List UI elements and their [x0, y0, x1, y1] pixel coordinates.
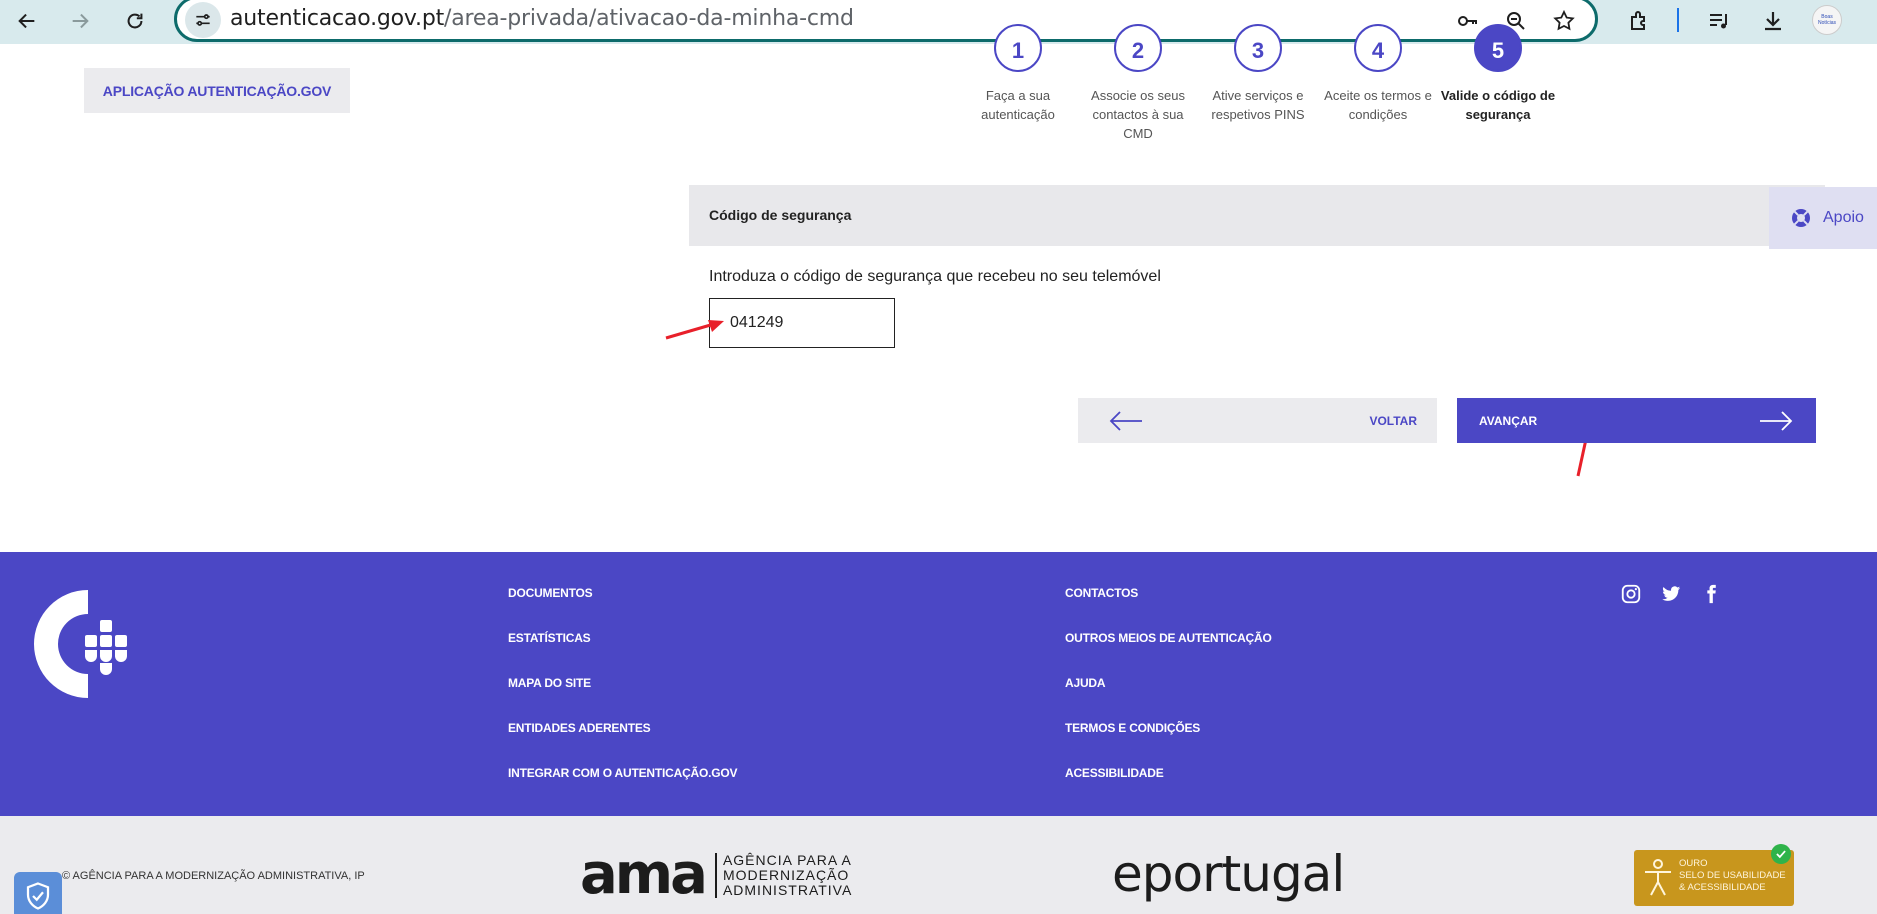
media-controls-icon[interactable] — [1702, 4, 1736, 38]
step-number: 1 — [994, 24, 1042, 72]
site-footer: DOCUMENTOS ESTATÍSTICAS MAPA DO SITE ENT… — [0, 552, 1877, 816]
browser-toolbar: autenticacao.gov.pt/area-privada/ativaca… — [0, 0, 1877, 44]
annotation-arrow-icon — [665, 320, 724, 340]
security-instruction: Introduza o código de segurança que rece… — [709, 268, 1161, 285]
copyright-text: © AGÊNCIA PARA A MODERNIZAÇÃO ADMINISTRA… — [62, 870, 365, 882]
support-button[interactable]: Apoio — [1769, 187, 1877, 249]
download-icon[interactable] — [1756, 4, 1790, 38]
toolbar-divider — [1677, 8, 1679, 32]
progress-steps: 1 Faça a sua autenticação 2 Associe os s… — [958, 24, 1598, 154]
step-label: Aceite os termos e condições — [1324, 88, 1432, 122]
bookmark-star-icon[interactable] — [1549, 6, 1579, 36]
password-key-icon[interactable] — [1453, 6, 1483, 36]
site-settings-icon[interactable] — [185, 2, 221, 38]
step-number: 5 — [1474, 24, 1522, 72]
footer-bottom: © AGÊNCIA PARA A MODERNIZAÇÃO ADMINISTRA… — [0, 816, 1877, 914]
arrow-left-icon — [1109, 410, 1142, 431]
footer-link[interactable]: ESTATÍSTICAS — [508, 631, 591, 645]
back-arrow-icon[interactable] — [10, 4, 44, 38]
security-code-header: Código de segurança — [689, 185, 1825, 246]
step-number: 3 — [1234, 24, 1282, 72]
footer-link[interactable]: DOCUMENTOS — [508, 586, 593, 600]
step-label: Associe os seus contactos à sua CMD — [1091, 88, 1185, 141]
forward-arrow-icon[interactable] — [63, 4, 97, 38]
arrow-right-icon — [1760, 410, 1793, 431]
security-code-input[interactable] — [709, 298, 895, 348]
profile-avatar[interactable]: Boas Notícias — [1812, 5, 1842, 35]
shield-check-icon[interactable] — [14, 872, 62, 914]
reload-icon[interactable] — [118, 4, 152, 38]
back-button-label: VOLTAR — [1369, 413, 1417, 428]
eportugal-logo[interactable]: eportugal — [1112, 846, 1345, 902]
footer-link[interactable]: OUTROS MEIOS DE AUTENTICAÇÃO — [1065, 631, 1272, 645]
step-label: Faça a sua autenticação — [981, 88, 1055, 122]
footer-link[interactable]: ACESSIBILIDADE — [1065, 766, 1164, 780]
step-number: 2 — [1114, 24, 1162, 72]
next-button-label: AVANÇAR — [1479, 413, 1538, 428]
facebook-icon[interactable] — [1699, 582, 1723, 606]
back-button[interactable]: VOLTAR — [1078, 398, 1437, 443]
url-text: autenticacao.gov.pt/area-privada/ativaca… — [230, 6, 854, 31]
footer-link[interactable]: ENTIDADES ADERENTES — [508, 721, 651, 735]
footer-link[interactable]: INTEGRAR COM O AUTENTICAÇÃO.GOV — [508, 766, 738, 780]
security-code-title: Código de segurança — [709, 207, 852, 223]
next-button[interactable]: AVANÇAR — [1457, 398, 1816, 443]
footer-link[interactable]: MAPA DO SITE — [508, 676, 591, 690]
twitter-icon[interactable] — [1659, 582, 1683, 606]
seal-text: OURO SELO DE USABILIDADE & ACESSIBILIDAD… — [1679, 858, 1786, 893]
footer-link[interactable]: TERMOS E CONDIÇÕES — [1065, 721, 1200, 735]
accessibility-icon — [1645, 859, 1671, 896]
ama-text: AGÊNCIA PARA A MODERNIZAÇÃO ADMINISTRATI… — [714, 852, 852, 898]
ama-logo[interactable]: ama AGÊNCIA PARA A MODERNIZAÇÃO ADMINIST… — [580, 842, 852, 907]
instagram-icon[interactable] — [1619, 582, 1643, 606]
step-number: 4 — [1354, 24, 1402, 72]
autenticacao-logo[interactable] — [30, 588, 134, 700]
footer-link[interactable]: CONTACTOS — [1065, 586, 1138, 600]
check-icon — [1771, 844, 1791, 864]
app-autenticacao-button[interactable]: APLICAÇÃO AUTENTICAÇÃO.GOV — [84, 68, 350, 113]
extensions-icon[interactable] — [1622, 4, 1656, 38]
step-label: Ative serviços e respetivos PINS — [1211, 88, 1305, 122]
support-label: Apoio — [1823, 209, 1864, 226]
step-label: Valide o código de segurança — [1440, 88, 1556, 122]
lifebuoy-icon — [1792, 209, 1810, 227]
usability-seal[interactable]: OURO SELO DE USABILIDADE & ACESSIBILIDAD… — [1634, 850, 1794, 906]
ama-mark: ama — [580, 842, 708, 907]
footer-link[interactable]: AJUDA — [1065, 676, 1106, 690]
